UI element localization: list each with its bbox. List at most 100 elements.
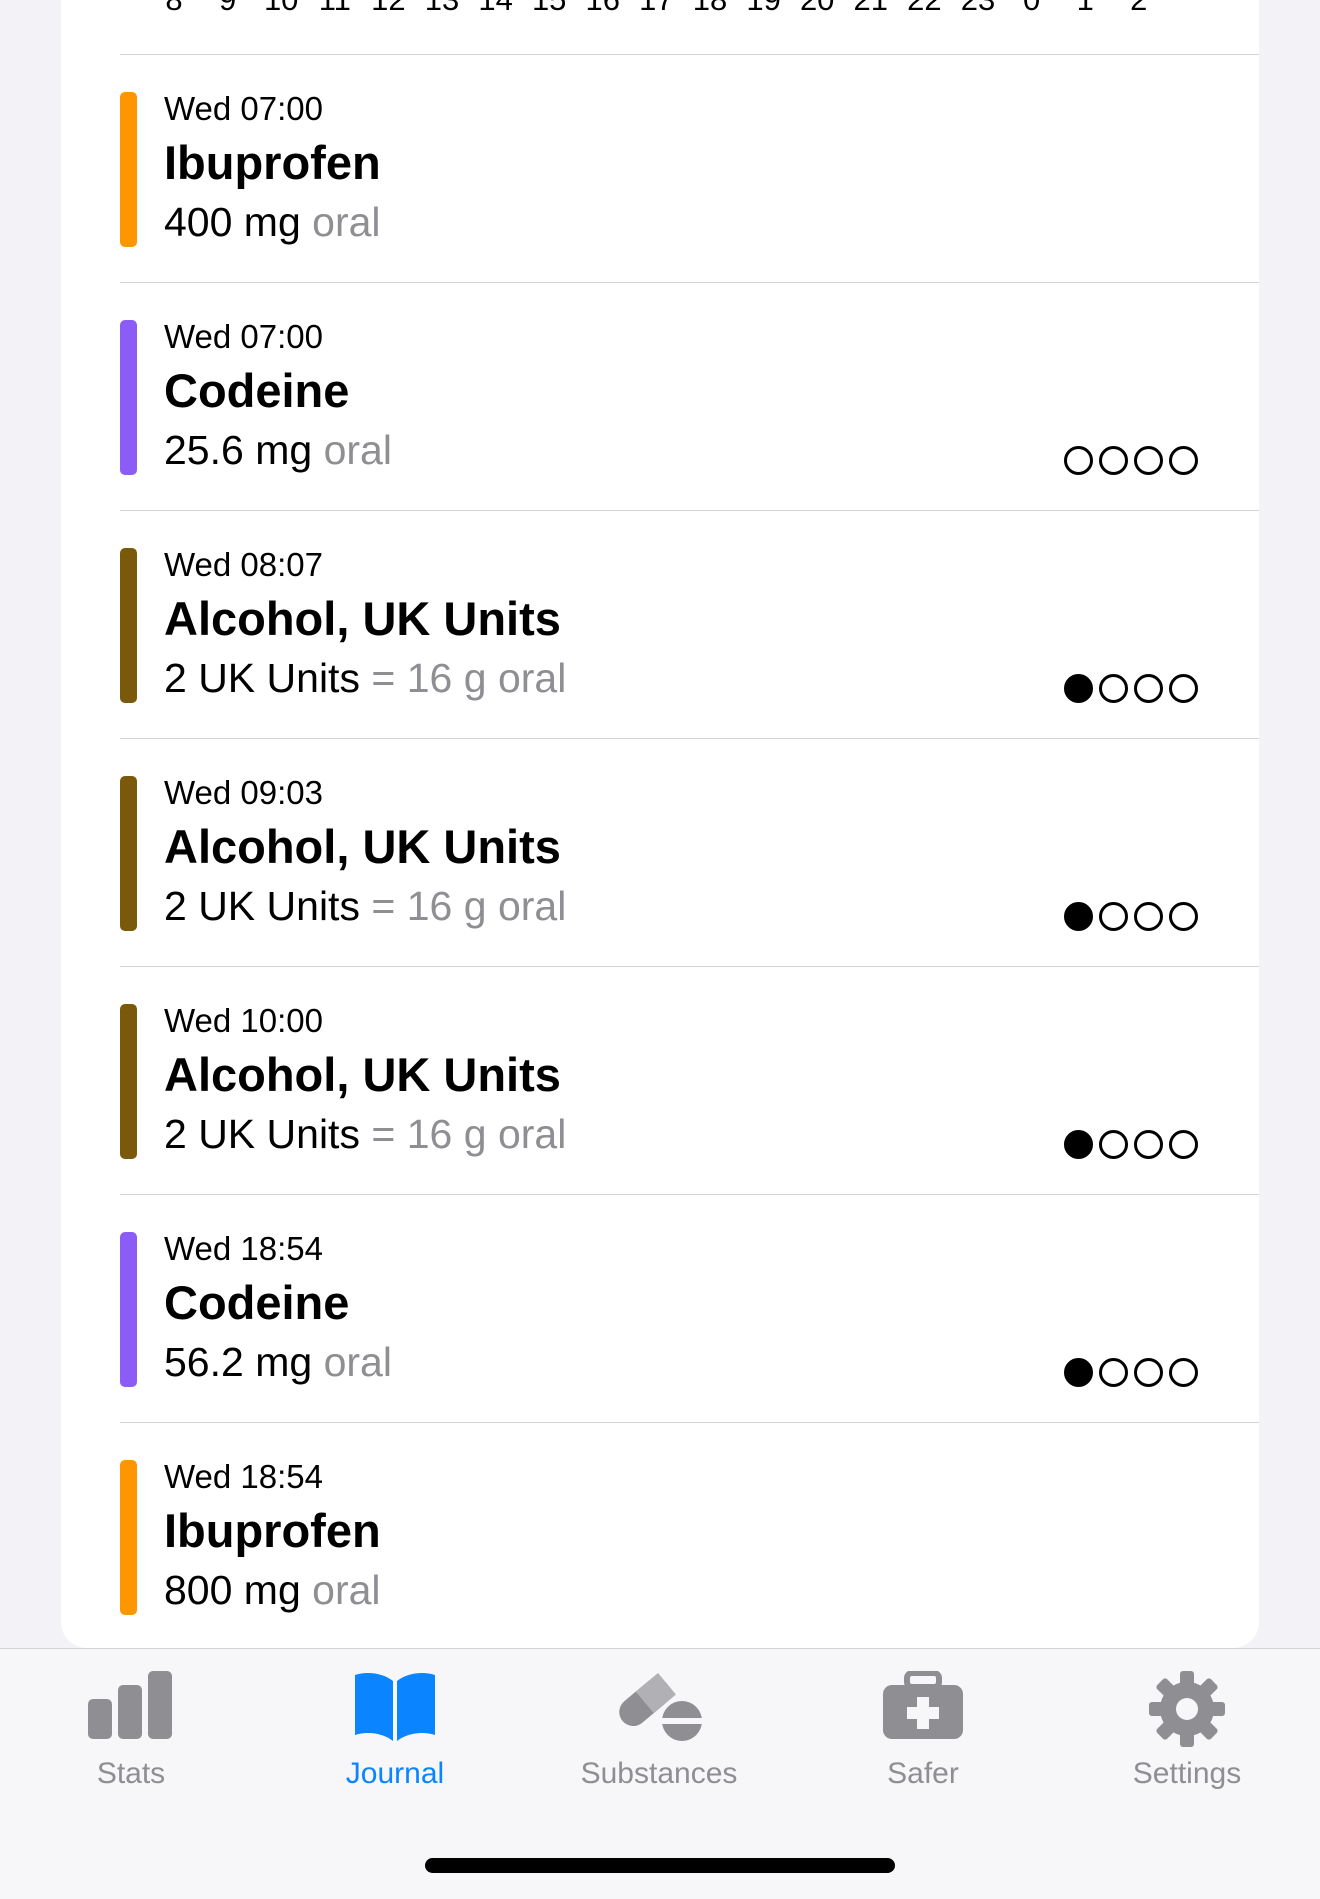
axis-hour-label: 12 <box>371 0 405 18</box>
intensity-dot-filled <box>1064 902 1093 931</box>
axis-hour-label: 0 <box>1023 0 1040 18</box>
substance-name: Alcohol, UK Units <box>164 820 561 873</box>
dose-line: 2 UK Units = 16 g oral <box>164 655 566 702</box>
intensity-dot-empty <box>1134 1130 1163 1159</box>
axis-hour-label: 1 <box>1077 0 1094 18</box>
tab-label: Stats <box>96 1757 166 1790</box>
intensity-dot-filled <box>1064 1358 1093 1387</box>
intensity-dot-empty <box>1169 902 1198 931</box>
substance-color-bar <box>120 320 137 475</box>
tab-label: Settings <box>1132 1757 1242 1790</box>
dose-intensity-indicator <box>1064 1358 1198 1387</box>
dose-amount: 400 mg <box>164 199 301 245</box>
intensity-dot-empty <box>1099 902 1128 931</box>
axis-hour-label: 16 <box>586 0 620 18</box>
pills-icon <box>619 1672 702 1741</box>
ingestion-time: Wed 10:00 <box>164 1002 324 1039</box>
dose-intensity-indicator <box>1064 1130 1198 1159</box>
axis-hour-label: 20 <box>800 0 834 18</box>
tab-label: Substances <box>580 1757 738 1790</box>
dose-intensity-indicator <box>1064 902 1198 931</box>
dose-line: 2 UK Units = 16 g oral <box>164 883 566 930</box>
intensity-dot-empty <box>1169 1130 1198 1159</box>
intensity-dot-empty <box>1099 674 1128 703</box>
tab-safer[interactable]: Safer <box>803 1649 1043 1790</box>
gear-icon <box>1149 1671 1225 1747</box>
ingestion-time: Wed 09:03 <box>164 774 324 811</box>
dose-line: 800 mg oral <box>164 1567 381 1614</box>
substance-name: Ibuprofen <box>164 1504 381 1557</box>
administration-route: oral <box>312 199 381 245</box>
equals-sign: = <box>371 883 396 929</box>
substance-color-bar <box>120 776 137 931</box>
axis-hour-label: 15 <box>532 0 566 18</box>
dose-amount: 25.6 mg <box>164 427 313 473</box>
tab-substances[interactable]: Substances <box>539 1649 779 1790</box>
axis-hour-label: 11 <box>319 0 351 18</box>
medical-kit-icon <box>883 1671 963 1739</box>
substance-color-bar <box>120 1004 137 1159</box>
axis-hour-label: 8 <box>165 0 182 18</box>
administration-route: oral <box>497 883 567 929</box>
dose-line: 400 mg oral <box>164 199 381 246</box>
intensity-dot-empty <box>1134 902 1163 931</box>
administration-route: oral <box>312 1567 381 1613</box>
ingestion-row[interactable]: Wed 07:00 Codeine 25.6 mg oral <box>120 282 1259 510</box>
dose-amount: 56.2 mg <box>164 1339 313 1385</box>
chart-bar-icon <box>88 1671 172 1739</box>
axis-hour-label: 2 <box>1130 0 1147 18</box>
timeline-hour-axis: 891011121314151617181920212223012 <box>61 0 1259 22</box>
dose-amount: 2 UK Units <box>164 1111 360 1157</box>
axis-hour-label: 13 <box>425 0 459 18</box>
intensity-dot-filled <box>1064 1130 1093 1159</box>
ingestion-time: Wed 07:00 <box>164 90 324 127</box>
ingestion-list: Wed 07:00 Ibuprofen 400 mg oral Wed 07:00 C… <box>120 54 1259 1650</box>
intensity-dot-filled <box>1064 674 1093 703</box>
axis-hour-label: 23 <box>961 0 995 18</box>
dose-line: 2 UK Units = 16 g oral <box>164 1111 566 1158</box>
intensity-dot-empty <box>1169 446 1198 475</box>
axis-hour-label: 18 <box>693 0 727 18</box>
ingestion-time: Wed 07:00 <box>164 318 324 355</box>
ingestion-time: Wed 08:07 <box>164 546 324 583</box>
ingestion-row[interactable]: Wed 18:54 Codeine 56.2 mg oral <box>120 1194 1259 1422</box>
substance-name: Codeine <box>164 364 350 417</box>
ingestion-time: Wed 18:54 <box>164 1230 324 1267</box>
intensity-dot-empty <box>1099 1358 1128 1387</box>
substance-color-bar <box>120 1460 137 1615</box>
axis-hour-label: 22 <box>907 0 941 18</box>
ingestion-row[interactable]: Wed 08:07 Alcohol, UK Units 2 UK Units = 1… <box>120 510 1259 738</box>
intensity-dot-empty <box>1134 446 1163 475</box>
ingestion-row[interactable]: Wed 18:54 Ibuprofen 800 mg oral <box>120 1422 1259 1650</box>
dose-grams: 16 g <box>406 1111 487 1157</box>
book-icon <box>355 1673 435 1741</box>
intensity-dot-empty <box>1099 1130 1128 1159</box>
tab-label: Safer <box>887 1757 959 1790</box>
dose-amount: 2 UK Units <box>164 883 360 929</box>
ingestion-row[interactable]: Wed 07:00 Ibuprofen 400 mg oral <box>120 54 1259 282</box>
tab-settings[interactable]: Settings <box>1067 1649 1307 1790</box>
dose-grams: 16 g <box>406 883 487 929</box>
administration-route: oral <box>323 427 392 473</box>
axis-hour-label: 21 <box>854 0 888 18</box>
intensity-dot-empty <box>1169 674 1198 703</box>
dose-amount: 800 mg <box>164 1567 301 1613</box>
intensity-dot-empty <box>1134 674 1163 703</box>
intensity-dot-empty <box>1099 446 1128 475</box>
home-indicator[interactable] <box>425 1858 895 1873</box>
substance-color-bar <box>120 92 137 247</box>
ingestion-row[interactable]: Wed 09:03 Alcohol, UK Units 2 UK Units = 1… <box>120 738 1259 966</box>
tab-label: Journal <box>345 1757 445 1790</box>
substance-color-bar <box>120 548 137 703</box>
tab-stats[interactable]: Stats <box>11 1649 251 1790</box>
axis-hour-label: 9 <box>219 0 236 18</box>
ingestion-row[interactable]: Wed 10:00 Alcohol, UK Units 2 UK Units = 1… <box>120 966 1259 1194</box>
equals-sign: = <box>371 1111 396 1157</box>
tab-journal[interactable]: Journal <box>275 1649 515 1790</box>
axis-hour-label: 14 <box>478 0 512 18</box>
administration-route: oral <box>497 1111 567 1157</box>
dose-line: 25.6 mg oral <box>164 427 392 474</box>
substance-name: Alcohol, UK Units <box>164 592 561 645</box>
substance-name: Alcohol, UK Units <box>164 1048 561 1101</box>
dose-grams: 16 g <box>406 655 487 701</box>
